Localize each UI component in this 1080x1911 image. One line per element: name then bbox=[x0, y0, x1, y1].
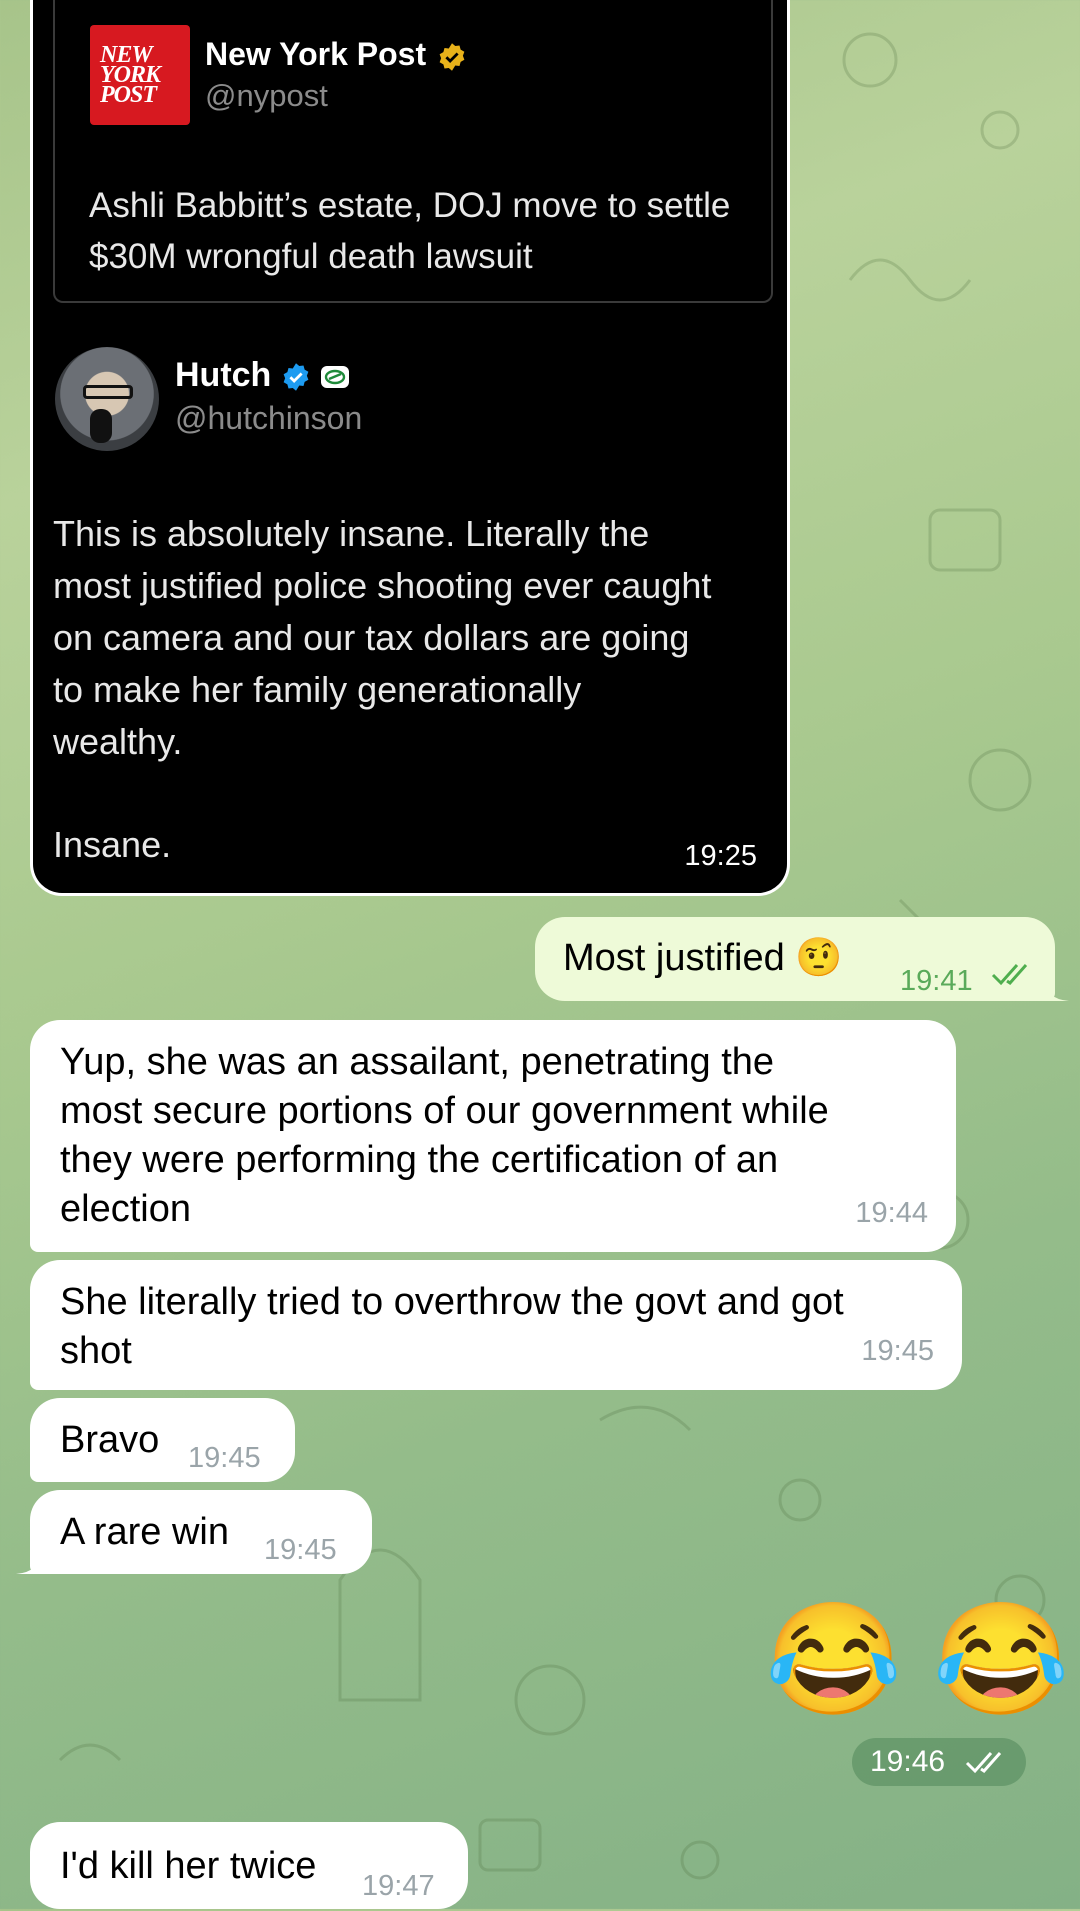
double-check-icon bbox=[991, 964, 1028, 986]
verified-gold-icon bbox=[439, 42, 465, 71]
quoted-author-name: New York Post bbox=[205, 36, 467, 73]
message-time-pill: 19:46 bbox=[852, 1738, 1026, 1786]
message-time: 19:45 bbox=[188, 1442, 261, 1474]
message-time: 19:41 bbox=[900, 965, 973, 997]
message-text: She literally tried to overthrow the gov… bbox=[60, 1281, 844, 1372]
message-text: Most justified 🤨 bbox=[563, 937, 843, 979]
message-text: A rare win bbox=[60, 1511, 229, 1553]
message-time: 19:25 bbox=[684, 840, 757, 872]
message-text: I'd kill her twice bbox=[60, 1845, 317, 1887]
reply-post-text: This is absolutely insane. Literally the… bbox=[53, 513, 712, 762]
message-text: Bravo bbox=[60, 1419, 160, 1461]
message-time: 19:45 bbox=[861, 1335, 934, 1367]
reply-author-handle: @hutchinson bbox=[175, 400, 363, 436]
incoming-message[interactable]: Bravo 19:45 bbox=[30, 1398, 295, 1482]
affiliate-badge-icon bbox=[321, 366, 350, 389]
message-time: 19:45 bbox=[264, 1534, 337, 1566]
emoji-message-text: 😂 😂 bbox=[765, 1598, 1070, 1721]
nypost-logo: NEW YORK POST bbox=[90, 25, 190, 125]
bubble-tail bbox=[1041, 977, 1069, 1001]
reply-author-name: Hutch bbox=[175, 356, 350, 395]
quoted-author-handle: @nypost bbox=[205, 78, 328, 113]
incoming-message[interactable]: A rare win 19:45 bbox=[16, 1490, 372, 1574]
outgoing-message[interactable]: Most justified 🤨 19:41 bbox=[535, 917, 1069, 1001]
shared-screenshot[interactable]: NEW YORK POST New York Post @nypost Ashli … bbox=[30, 0, 790, 896]
quoted-post-text: Ashli Babbitt’s estate, DOJ move to sett… bbox=[89, 186, 731, 276]
message-time: 19:47 bbox=[362, 1870, 435, 1902]
message-text: Yup, she was an assailant, penetrating t… bbox=[60, 1041, 829, 1230]
double-check-icon bbox=[965, 1752, 1002, 1774]
message-time: 19:44 bbox=[855, 1197, 928, 1229]
bubble-tail bbox=[16, 1550, 44, 1574]
incoming-message[interactable]: She literally tried to overthrow the gov… bbox=[30, 1260, 962, 1390]
quoted-post: NEW YORK POST New York Post @nypost Ashli … bbox=[53, 0, 773, 303]
reply-post-text-2: Insane. bbox=[53, 824, 172, 865]
avatar bbox=[55, 347, 159, 451]
incoming-message[interactable]: Yup, she was an assailant, penetrating t… bbox=[30, 1020, 956, 1252]
message-time: 19:46 bbox=[870, 1745, 946, 1778]
incoming-message[interactable]: I'd kill her twice 19:47 bbox=[30, 1822, 468, 1909]
verified-blue-icon bbox=[283, 363, 309, 391]
